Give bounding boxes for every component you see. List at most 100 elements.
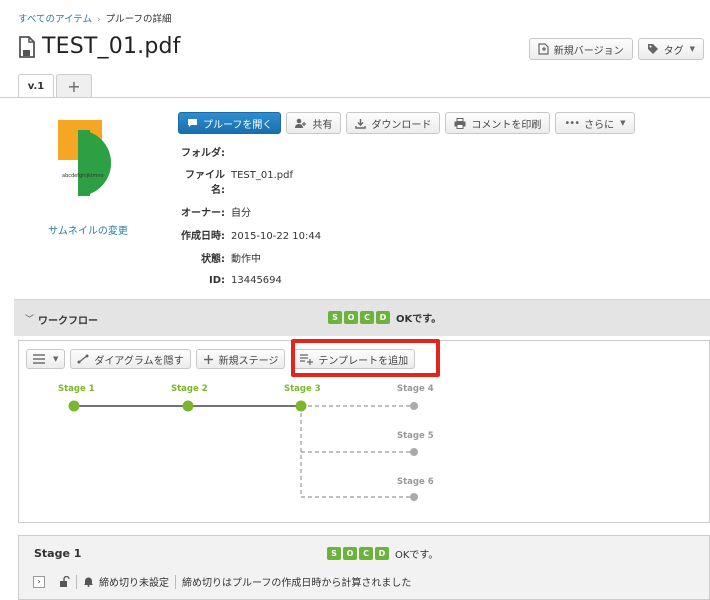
new-stage-button[interactable]: 新規ステージ bbox=[195, 349, 286, 369]
deadline-note-text: 締め切りはプルーフの作成日時から計算されました bbox=[182, 578, 412, 589]
chevron-down-icon[interactable]: ﹀ bbox=[25, 312, 34, 325]
workflow-header[interactable]: ﹀ ワークフロー S O C D OKです。 bbox=[14, 299, 710, 336]
proof-thumbnail[interactable]: abcdefghijklmno bbox=[58, 118, 126, 200]
socd-badges: S O C D bbox=[327, 547, 389, 560]
hide-diagram-button[interactable]: ダイアグラムを隠す bbox=[70, 349, 191, 369]
stage-node[interactable] bbox=[410, 448, 418, 456]
stage-label[interactable]: Stage 6 bbox=[397, 477, 434, 487]
add-stage-icon bbox=[203, 354, 213, 364]
chevron-down-icon: ▼ bbox=[689, 45, 695, 53]
ellipsis-icon: ••• bbox=[564, 117, 580, 129]
meta-row-created: 作成日時: 2015-10-22 10:44 bbox=[178, 229, 478, 244]
document-icon bbox=[19, 35, 35, 58]
print-comments-label: コメントを印刷 bbox=[471, 119, 542, 131]
meta-row-state: 状態: 動作中 bbox=[178, 252, 478, 267]
stage-status-text: OKです。 bbox=[395, 550, 439, 561]
new-version-label: 新規バージョン bbox=[553, 45, 624, 57]
meta-value: 自分 bbox=[231, 208, 251, 219]
meta-value: 13445694 bbox=[231, 275, 282, 286]
meta-label: ID: bbox=[208, 275, 225, 286]
stage-node[interactable] bbox=[410, 493, 418, 501]
workflow-status: S O C D OKです。 bbox=[328, 310, 441, 325]
chevron-down-icon: ▼ bbox=[53, 355, 59, 363]
stage-label[interactable]: Stage 4 bbox=[397, 384, 434, 394]
meta-label: オーナー: bbox=[181, 208, 225, 219]
top-buttons: 新規バージョン タグ ▼ bbox=[528, 38, 704, 60]
meta-row-owner: オーナー: 自分 bbox=[178, 206, 478, 221]
socd-badge-s: S bbox=[328, 311, 342, 324]
more-button[interactable]: ••• さらに ▼ bbox=[555, 112, 635, 134]
version-tabs: v.1 + bbox=[18, 74, 92, 98]
printer-icon bbox=[454, 117, 466, 129]
meta-value: TEST_01.pdf bbox=[231, 170, 294, 181]
share-button[interactable]: 共有 bbox=[286, 112, 342, 134]
page-title: TEST_01.pdf bbox=[42, 34, 181, 59]
highlight-annotation bbox=[291, 339, 440, 377]
tag-button[interactable]: タグ ▼ bbox=[637, 38, 704, 60]
download-label: ダウンロード bbox=[371, 119, 432, 131]
tag-label: タグ bbox=[663, 45, 684, 57]
breadcrumb: すべてのアイテム › プルーフの詳細 bbox=[18, 11, 172, 25]
print-comments-button[interactable]: コメントを印刷 bbox=[445, 112, 551, 134]
chevron-down-icon: ▼ bbox=[620, 119, 626, 127]
meta-value: 2015-10-22 10:44 bbox=[231, 231, 322, 242]
divider bbox=[76, 574, 77, 589]
socd-badge-c: C bbox=[360, 311, 374, 324]
hide-diagram-label: ダイアグラムを隠す bbox=[94, 355, 184, 367]
new-stage-label: 新規ステージ bbox=[218, 355, 279, 367]
meta-label: フォルダ: bbox=[181, 148, 225, 159]
stage-label[interactable]: Stage 1 bbox=[58, 384, 95, 394]
new-version-button[interactable]: 新規バージョン bbox=[528, 38, 633, 60]
stage-label[interactable]: Stage 3 bbox=[284, 384, 321, 394]
socd-badge-o: O bbox=[343, 547, 357, 560]
deadline-unset-text[interactable]: 締め切り未設定 bbox=[99, 574, 169, 589]
stage-title: Stage 1 bbox=[34, 547, 82, 560]
stage-footer: › 締め切り未設定 締め切りはプルーフの作成日時から計算されました bbox=[33, 574, 411, 589]
action-bar: プルーフを開く 共有 ダウンロード コメントを印刷 ••• さらに ▼ bbox=[178, 112, 635, 134]
meta-row-id: ID: 13445694 bbox=[178, 273, 478, 288]
new-version-icon bbox=[538, 43, 549, 55]
bell-icon bbox=[84, 577, 93, 587]
thumbnail-caption: abcdefghijklmno bbox=[62, 173, 104, 179]
socd-badge-d: D bbox=[376, 311, 390, 324]
workflow-status-text: OKです。 bbox=[396, 314, 442, 325]
add-user-icon bbox=[295, 118, 307, 128]
breadcrumb-root-link[interactable]: すべてのアイテム bbox=[18, 14, 92, 25]
stage-panel: Stage 1 S O C D OKです。 › 締め切り未設定 締め切りはプルー… bbox=[18, 535, 710, 600]
breadcrumb-current: プルーフの詳細 bbox=[105, 14, 172, 25]
workflow-title: ワークフロー bbox=[38, 316, 98, 327]
socd-badge-c: C bbox=[359, 547, 373, 560]
meta-row-filename: ファイル名: TEST_01.pdf bbox=[178, 168, 478, 198]
unlock-icon[interactable] bbox=[59, 576, 70, 587]
diagram-icon bbox=[77, 354, 89, 364]
view-menu-button[interactable]: ▼ bbox=[26, 349, 66, 369]
meta-label: 状態: bbox=[201, 254, 225, 265]
share-label: 共有 bbox=[312, 119, 333, 131]
socd-badges: S O C D bbox=[328, 311, 390, 324]
breadcrumb-separator: › bbox=[97, 15, 101, 25]
meta-label: ファイル名: bbox=[185, 170, 225, 196]
stage-node[interactable] bbox=[295, 400, 307, 412]
socd-badge-d: D bbox=[375, 547, 389, 560]
open-proof-button[interactable]: プルーフを開く bbox=[178, 112, 282, 134]
stage-node[interactable] bbox=[68, 400, 80, 412]
download-button[interactable]: ダウンロード bbox=[346, 112, 441, 134]
download-icon bbox=[355, 118, 367, 129]
stage-label[interactable]: Stage 5 bbox=[397, 431, 434, 441]
meta-value: 動作中 bbox=[231, 254, 261, 265]
tab-add-version[interactable]: + bbox=[56, 74, 92, 98]
change-thumbnail-link[interactable]: サムネイルの変更 bbox=[18, 222, 158, 237]
stage-label[interactable]: Stage 2 bbox=[171, 384, 208, 394]
divider bbox=[175, 574, 176, 589]
expand-icon[interactable]: › bbox=[33, 575, 45, 588]
stage-node[interactable] bbox=[182, 400, 194, 412]
tag-icon bbox=[647, 44, 658, 54]
more-label: さらに bbox=[584, 119, 615, 131]
stage-status: S O C D OKです。 bbox=[327, 546, 438, 561]
socd-badge-s: S bbox=[327, 547, 341, 560]
workflow-diagram: Stage 1 Stage 2 Stage 3 Stage 4 Stage 5 … bbox=[18, 378, 710, 518]
tab-v1[interactable]: v.1 bbox=[18, 74, 54, 98]
speech-bubble-icon bbox=[188, 119, 197, 127]
stage-node[interactable] bbox=[410, 402, 418, 410]
open-proof-label: プルーフを開く bbox=[203, 119, 273, 131]
